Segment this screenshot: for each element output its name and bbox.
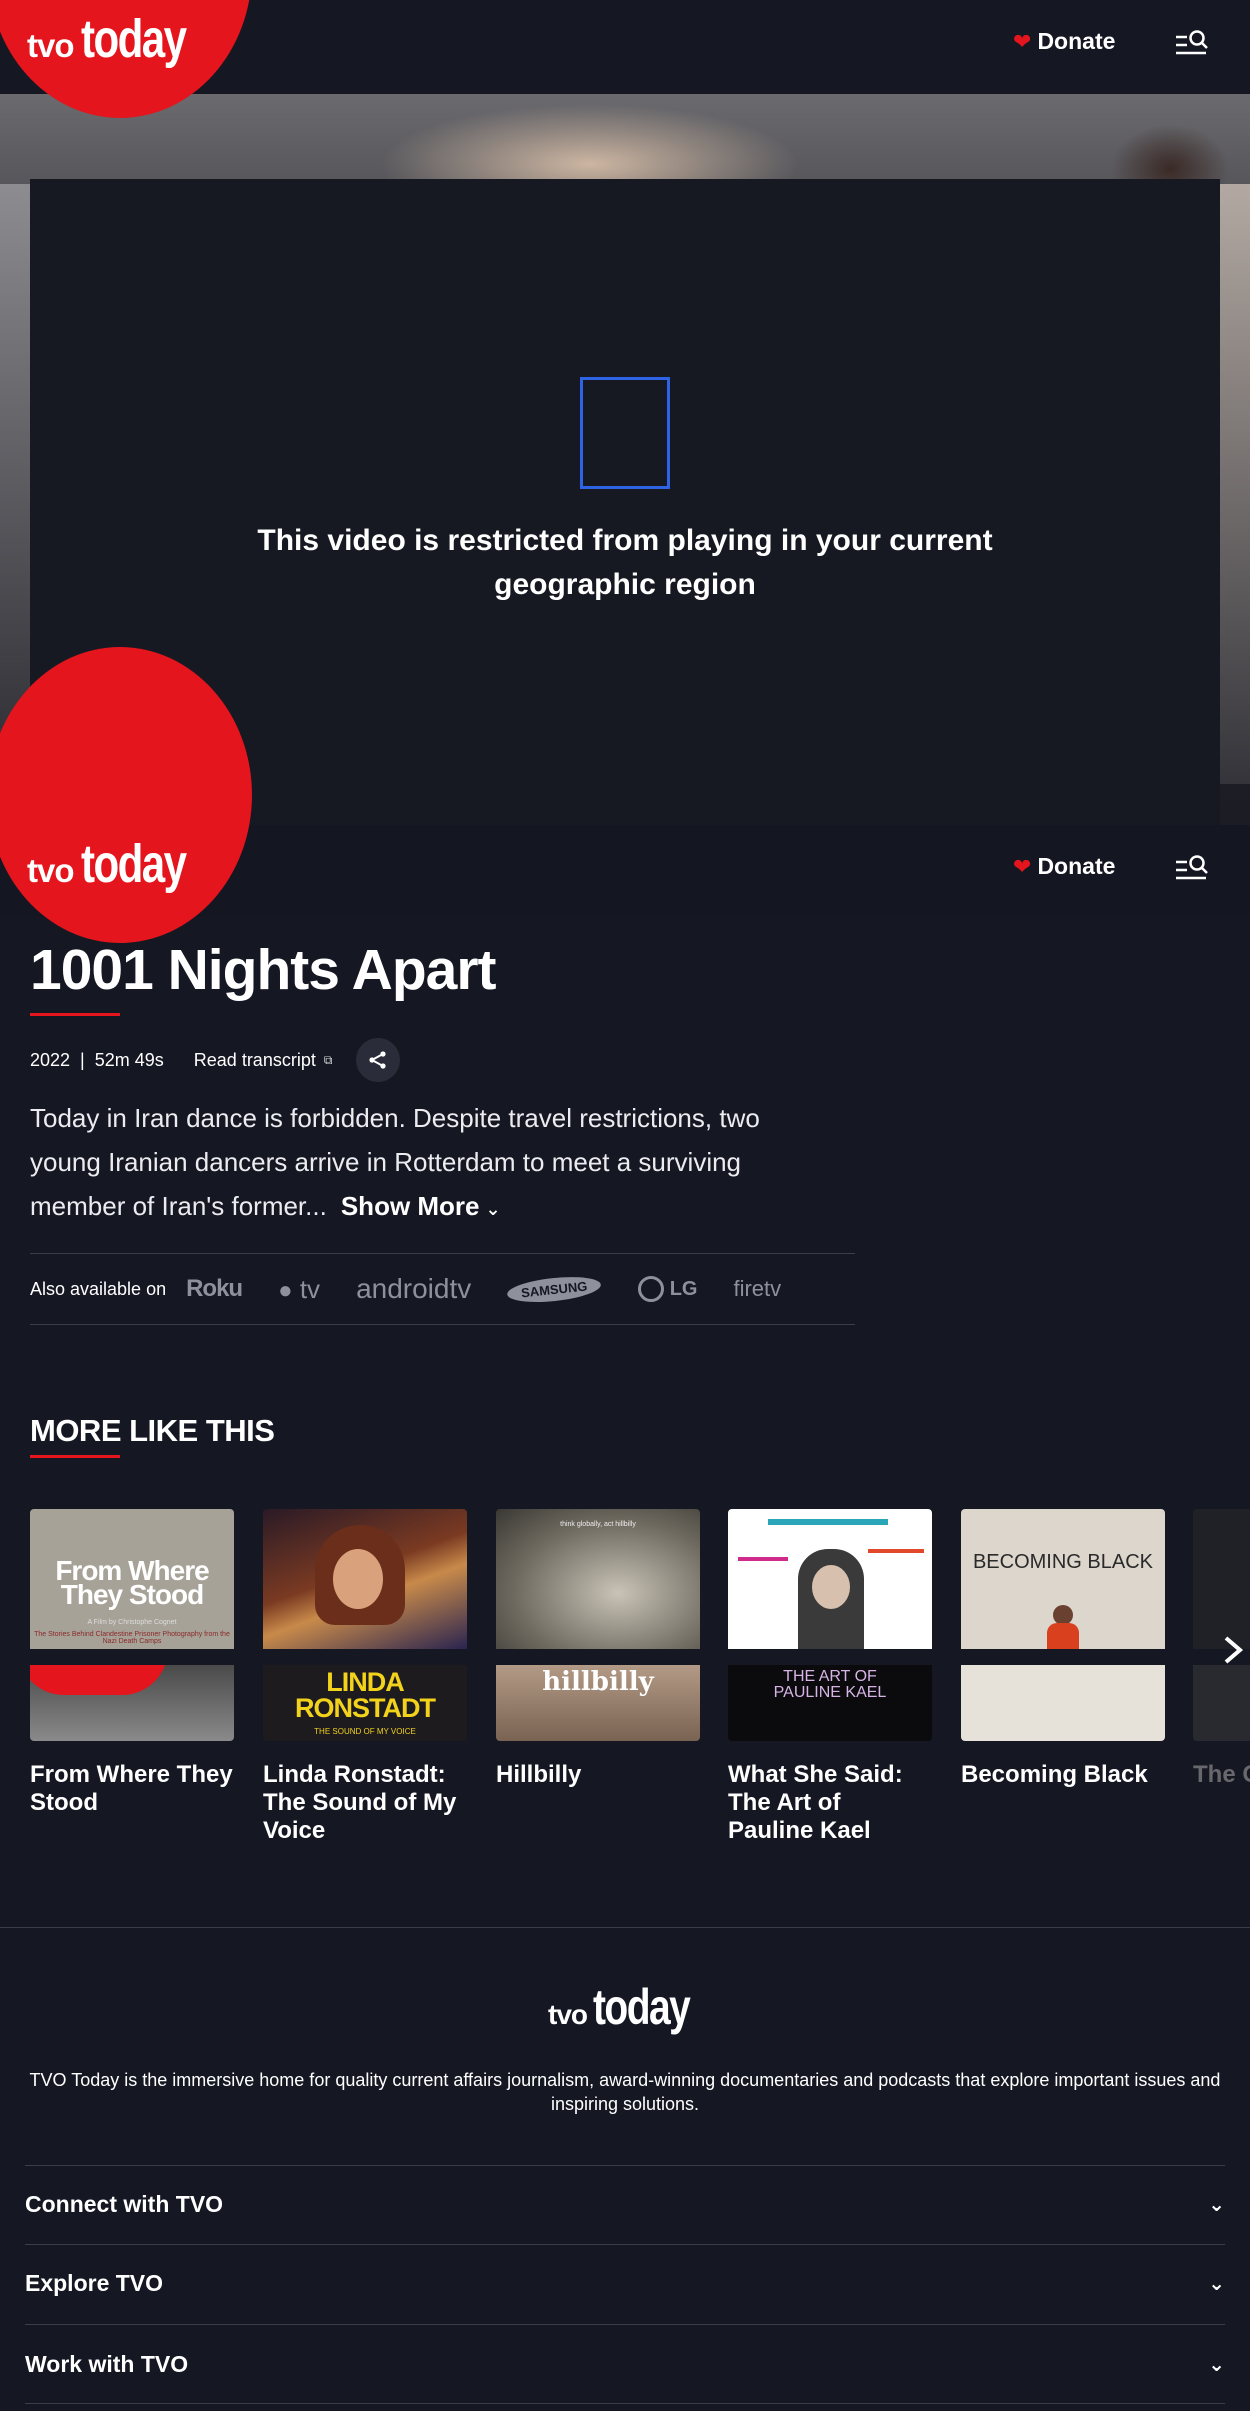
tvo-today-logo[interactable]: tvo today [27,12,215,66]
card-thumbnail-lower [1193,1665,1250,1741]
card-title: Linda Ronstadt: The Sound of My Voice [263,1761,457,1844]
logo-badge-sticky[interactable] [0,647,252,943]
title-underline [30,1013,120,1016]
card-thumbnail-lower: THE ART OF PAULINE KAEL [728,1665,932,1741]
video-card[interactable]: think globally, act hillbilly hillbilly … [496,1509,700,1789]
card-thumbnail-lower [30,1665,234,1741]
footer-logo[interactable]: tvo today [548,1982,716,2032]
share-icon [369,1051,387,1069]
more-like-this-heading: MORE LIKE THIS [30,1413,275,1448]
card-thumbnail-lower: LINDA RONSTADT THE SOUND OF MY VOICE [263,1665,467,1741]
more-like-this-underline [30,1455,120,1458]
card-title: What She Said: The Art of Pauline Kael [728,1761,903,1844]
footer-divider [0,1927,1250,1928]
apple-icon: ● [278,1276,293,1304]
hero-image-edge-right [1220,184,1250,784]
external-link-icon: ⧉ [323,1052,333,1067]
card-title: The C… Tone… [1193,1761,1250,1788]
poster-quote-line [868,1549,924,1553]
availability-bar: Also available on Roku ● tv androidtv SA… [30,1253,855,1325]
poster-child-head [1053,1605,1073,1625]
accordion-connect[interactable]: Connect with TVO ⌄ [25,2165,1225,2243]
video-card[interactable]: BECOMING BLACK Becoming Black [961,1509,1165,1789]
chevron-down-icon: ⌄ [1208,2194,1225,2216]
lg-logo[interactable]: LG [637,1276,697,1302]
program-meta: 2022 | 52m 49s Read transcript ⧉ [30,1038,401,1082]
poster-face [812,1565,850,1609]
footer-description: TVO Today is the immersive home for qual… [29,2070,1221,2114]
heart-icon: ❤ [1013,853,1032,879]
card-thumbnail [728,1509,932,1649]
share-button[interactable] [356,1038,401,1082]
donate-button-sticky[interactable]: ❤ Donate [1013,853,1115,880]
chevron-down-icon: ⌄ [1208,2353,1225,2376]
video-card[interactable]: LINDA RONSTADT THE SOUND OF MY VOICE Lin… [263,1509,467,1845]
apple-tv-logo[interactable]: ● tv [278,1274,320,1305]
card-thumbnail: BECOMING BLACK [961,1509,1165,1649]
read-transcript-link[interactable]: Read transcript ⧉ [194,1050,333,1071]
roku-logo[interactable]: Roku [186,1275,243,1303]
carousel-next-arrow-icon[interactable] [1216,1630,1250,1670]
sticky-header: tvo today ❤ Donate [0,647,1250,943]
video-card[interactable]: From Where They Stood A Film by Christop… [30,1509,234,1817]
chevron-down-icon: ⌄ [1208,2273,1225,2295]
card-title: Hillbilly [496,1761,582,1788]
poster-child-coat [1047,1623,1079,1649]
lg-circle-icon [637,1276,664,1302]
program-description: Today in Iran dance is forbidden. Despit… [30,1096,790,1231]
card-thumbnail [1193,1509,1250,1649]
card-thumbnail-lower [961,1665,1165,1741]
poster-face [333,1549,383,1609]
tvo-today-logo-sticky[interactable]: tvo today [27,837,215,891]
program-year: 2022 [30,1049,71,1070]
meta-separator: | [80,1049,85,1070]
availability-label: Also available on [30,1278,167,1299]
samsung-logo[interactable]: SAMSUNG [506,1272,603,1306]
logo-badge-overlap [30,1665,168,1695]
android-tv-logo[interactable]: androidtv [356,1273,471,1305]
donate-button[interactable]: ❤ Donate [1013,28,1115,55]
card-thumbnail [263,1509,467,1649]
donate-label: Donate [1037,28,1116,54]
show-more-button[interactable]: Show More ⌄ [341,1191,501,1221]
menu-search-icon[interactable] [1175,853,1209,883]
card-title: From Where They Stood [30,1761,233,1816]
video-placeholder-frame [580,377,670,489]
video-card[interactable]: THE ART OF PAULINE KAEL What She Said: T… [728,1509,932,1845]
program-duration: 52m 49s [94,1049,164,1070]
program-title: 1001 Nights Apart [30,938,497,1002]
donate-label: Donate [1037,853,1116,879]
site-header: tvo today ❤ Donate [0,0,1250,118]
accordion-explore[interactable]: Explore TVO ⌄ [25,2244,1225,2322]
heart-icon: ❤ [1013,28,1032,54]
poster-quote-line [738,1557,788,1561]
geo-restriction-message: This video is restricted from playing in… [257,524,993,601]
card-thumbnail: From Where They Stood A Film by Christop… [30,1509,234,1649]
poster-quote-line [768,1519,888,1525]
card-thumbnail-lower: hillbilly [496,1665,700,1741]
card-title: Becoming Black [961,1761,1148,1788]
chevron-down-icon: ⌄ [485,1199,501,1219]
accordion-work[interactable]: Work with TVO ⌄ [25,2324,1225,2404]
card-thumbnail: think globally, act hillbilly [496,1509,700,1649]
fire-tv-logo[interactable]: firetv [733,1276,781,1302]
menu-search-icon[interactable] [1175,28,1209,58]
